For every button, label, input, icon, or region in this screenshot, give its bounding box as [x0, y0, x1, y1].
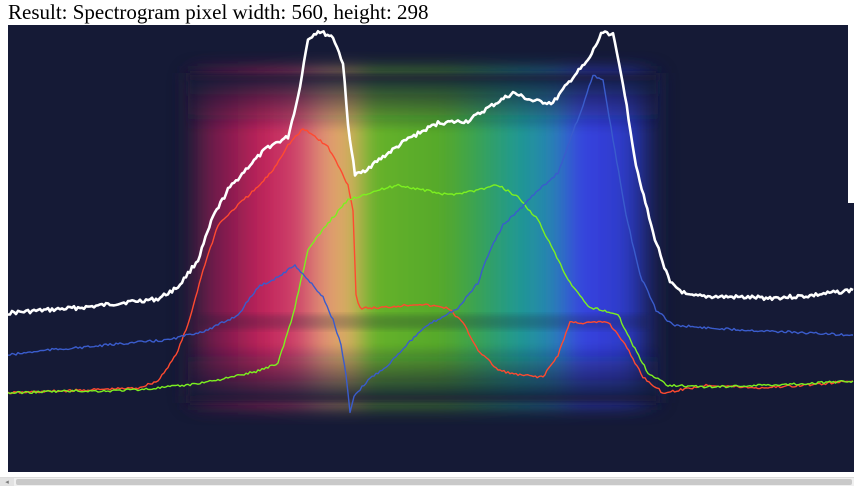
spectrogram-image — [8, 25, 854, 472]
scrollbar-thumb[interactable] — [16, 479, 852, 485]
result-text: Result: Spectrogram pixel width: 560, he… — [8, 0, 429, 24]
scroll-left-arrow-icon[interactable]: ◂ — [0, 478, 14, 486]
horizontal-scrollbar[interactable]: ◂ — [0, 477, 854, 486]
spectrum-band — [188, 73, 658, 403]
frame-edge — [848, 25, 854, 203]
